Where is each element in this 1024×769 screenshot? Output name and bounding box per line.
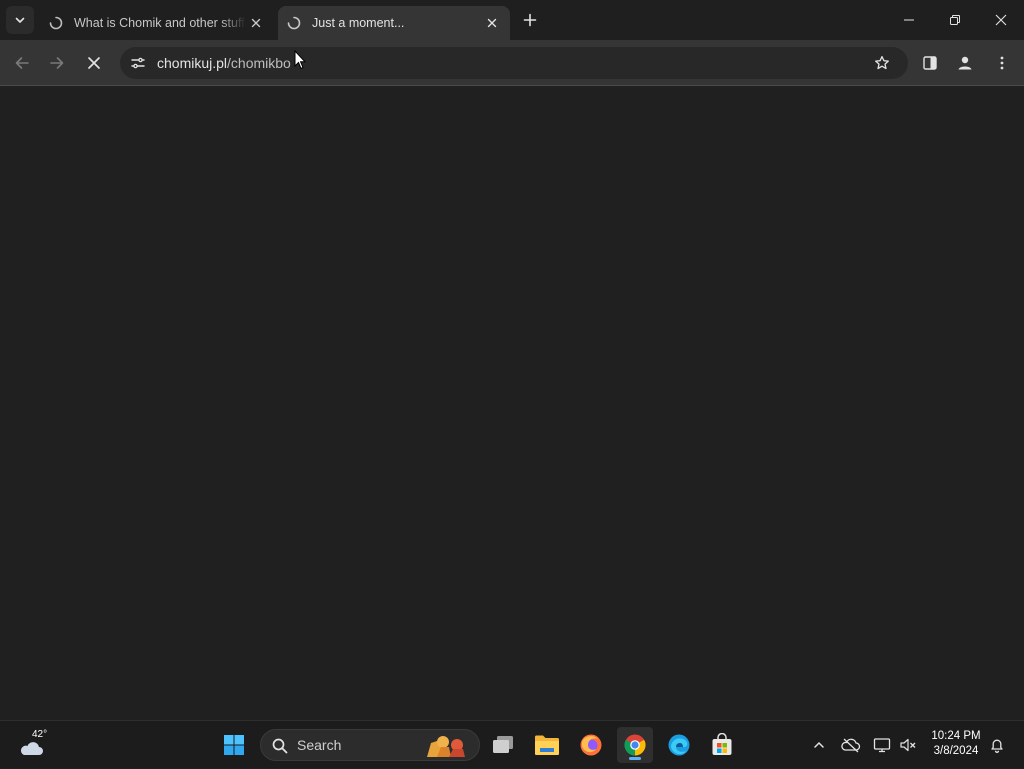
clock-date: 3/8/2024 xyxy=(933,745,979,757)
tab-just-a-moment[interactable]: Just a moment... xyxy=(278,6,510,40)
site-info-button[interactable] xyxy=(126,51,150,75)
close-icon xyxy=(251,18,261,28)
url-host: chomikuj.pl xyxy=(157,55,228,71)
tab-title: What is Chomik and other stuff xyxy=(74,16,245,30)
weather-widget[interactable]: 42° xyxy=(16,729,56,761)
task-view-button[interactable] xyxy=(485,727,521,763)
file-explorer-button[interactable] xyxy=(529,727,565,763)
url-path: /chomikbo xyxy=(227,55,291,71)
restore-icon xyxy=(950,15,960,25)
loading-spinner-icon xyxy=(48,15,64,31)
arrow-right-icon xyxy=(50,57,64,69)
menu-button[interactable] xyxy=(988,49,1016,77)
forward-button[interactable] xyxy=(43,49,71,77)
loading-spinner-icon xyxy=(286,15,302,31)
bell-icon xyxy=(991,739,1003,753)
more-vertical-icon xyxy=(1000,56,1004,70)
close-icon xyxy=(487,18,497,28)
close-icon xyxy=(88,57,100,69)
windows-start-icon xyxy=(224,735,244,755)
task-view-icon xyxy=(493,736,513,753)
windows-taskbar: 42° Search 10:24 PM 3/8/2024 xyxy=(0,720,1024,768)
page-content xyxy=(0,87,1024,720)
chevron-up-icon xyxy=(814,741,824,748)
microsoft-store-button[interactable] xyxy=(704,727,740,763)
stop-loading-button[interactable] xyxy=(80,49,108,77)
browser-toolbar: chomikuj.pl/chomikbo xyxy=(0,40,1024,86)
url-text[interactable]: chomikuj.pl/chomikbo xyxy=(157,47,291,79)
active-indicator xyxy=(629,757,641,760)
edge-icon xyxy=(668,734,690,756)
avatar-icon xyxy=(958,56,972,70)
plus-icon xyxy=(523,13,537,27)
network-icon xyxy=(873,738,891,753)
new-tab-button[interactable] xyxy=(518,8,542,32)
cloud-offline-icon xyxy=(841,738,861,753)
taskbar-search[interactable]: Search xyxy=(260,729,480,761)
network-button[interactable] xyxy=(870,721,894,769)
tab-strip: What is Chomik and other stuff Just a mo… xyxy=(0,0,1024,40)
clock-time: 10:24 PM xyxy=(931,730,981,742)
tab-close-button[interactable] xyxy=(482,13,502,33)
tune-icon xyxy=(131,57,145,69)
volume-muted-icon xyxy=(900,738,916,752)
firefox-icon xyxy=(580,734,602,756)
tab-search-button[interactable] xyxy=(6,6,34,34)
address-bar[interactable]: chomikuj.pl/chomikbo xyxy=(120,47,908,79)
onedrive-button[interactable] xyxy=(838,721,864,769)
mouse-cursor-icon xyxy=(294,50,306,70)
firefox-button[interactable] xyxy=(573,727,609,763)
search-highlight-icon xyxy=(427,736,465,757)
back-button[interactable] xyxy=(8,49,36,77)
minimize-icon xyxy=(904,19,914,21)
search-label: Search xyxy=(297,737,342,753)
store-bag-icon xyxy=(712,733,732,755)
side-panel-button[interactable] xyxy=(916,49,944,77)
taskbar-clock[interactable]: 10:24 PM 3/8/2024 xyxy=(926,729,986,759)
edge-button[interactable] xyxy=(661,727,697,763)
tab-title: Just a moment... xyxy=(312,16,405,30)
search-icon xyxy=(272,738,288,754)
profile-button[interactable] xyxy=(951,49,979,77)
chevron-down-icon xyxy=(15,17,25,23)
tab-close-button[interactable] xyxy=(246,13,266,33)
side-panel-icon xyxy=(923,56,937,70)
notifications-button[interactable] xyxy=(986,721,1008,769)
weather-temp: 42° xyxy=(32,729,48,740)
arrow-left-icon xyxy=(15,57,29,69)
minimize-button[interactable] xyxy=(886,0,932,40)
chrome-icon xyxy=(624,734,646,756)
chrome-button[interactable] xyxy=(617,727,653,763)
restore-button[interactable] xyxy=(932,0,978,40)
start-button[interactable] xyxy=(216,727,252,763)
show-hidden-icons-button[interactable] xyxy=(808,721,830,769)
star-icon xyxy=(875,55,889,70)
bookmark-button[interactable] xyxy=(870,51,894,75)
volume-button[interactable] xyxy=(896,721,920,769)
close-window-button[interactable] xyxy=(978,0,1024,40)
tab-chomik[interactable]: What is Chomik and other stuff xyxy=(38,6,274,40)
close-icon xyxy=(995,14,1007,26)
folder-icon xyxy=(535,735,559,755)
